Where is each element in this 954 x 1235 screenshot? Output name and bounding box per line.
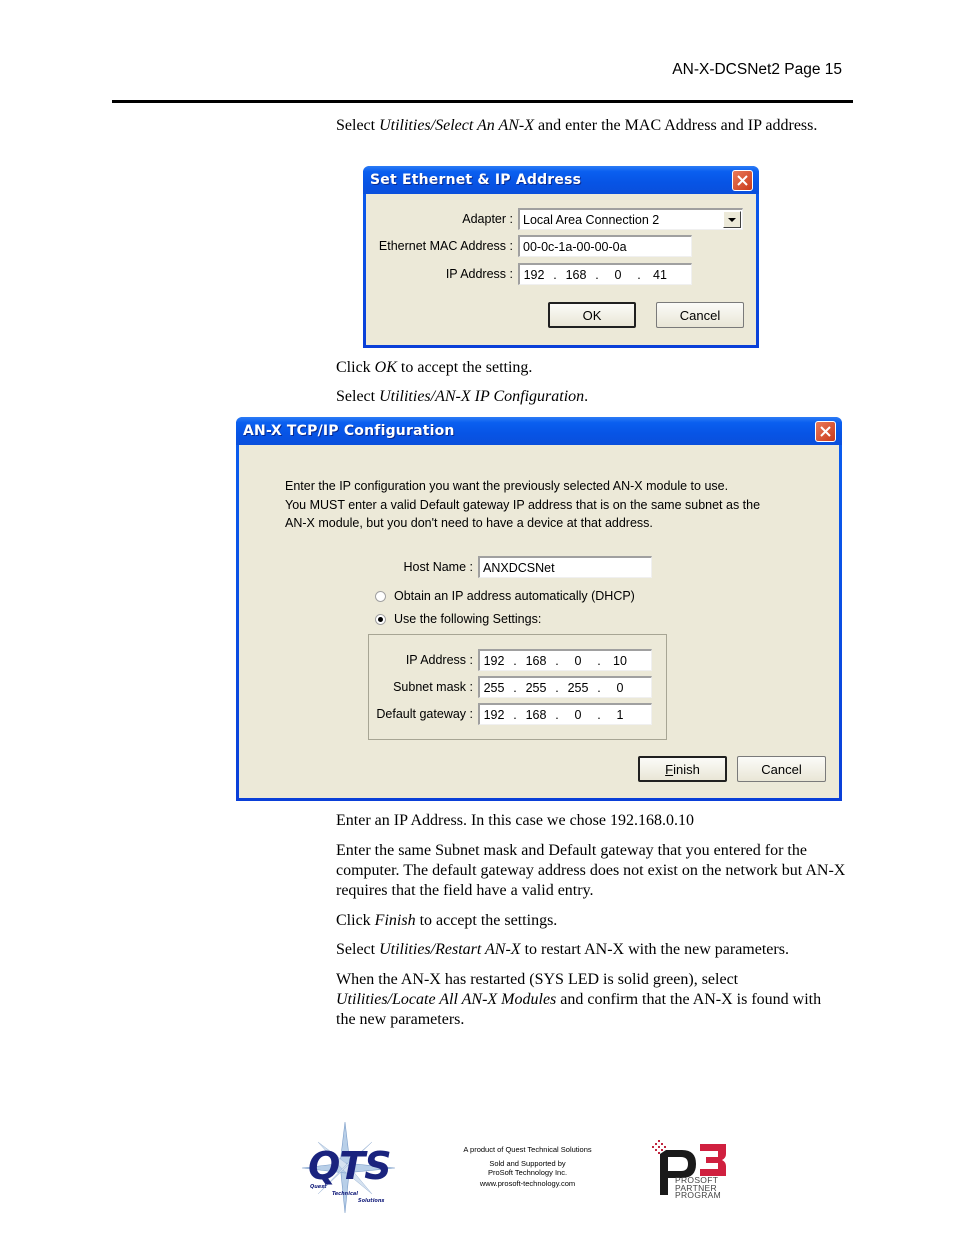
cancel-button[interactable]: Cancel [656, 302, 744, 328]
subnet-mask-label: Subnet mask : [393, 680, 473, 694]
ip-address-label: IP Address : [405, 653, 473, 667]
dialog-title: Set Ethernet & IP Address [370, 172, 582, 188]
finish-button[interactable]: Finish [638, 756, 727, 782]
mac-address-input[interactable]: 00-0c-1a-00-00-0a [518, 235, 692, 257]
header-rule [112, 100, 853, 103]
radio-button-selected[interactable] [375, 613, 386, 625]
instruction-select-anx: Select Utilities/Select An AN-X and ente… [336, 117, 818, 134]
tcp-ip-config-dialog: AN-X TCP/IP Configuration Enter the IP c… [236, 417, 842, 801]
ip-address-label: IP Address : [445, 267, 513, 281]
chevron-down-icon [728, 217, 736, 222]
host-name-label: Host Name : [403, 560, 473, 574]
menu-path: Utilities/Select An AN-X [379, 117, 535, 134]
instruction-click-finish: Click Finish to accept the settings. [336, 912, 558, 929]
radio-dhcp[interactable]: Obtain an IP address automatically (DHCP… [375, 589, 635, 603]
instruction-click-ok: Click OK to accept the setting. [336, 359, 533, 376]
ip-address-input[interactable]: 192. 168. 0. 10 [478, 649, 652, 671]
radio-button[interactable] [375, 590, 386, 602]
qts-logo-text: QTS [308, 1144, 392, 1188]
close-icon [820, 425, 831, 437]
host-name-input[interactable]: ANXDCSNet [478, 556, 652, 578]
instructions-text: Enter the IP configuration you want the … [285, 479, 761, 530]
dialog-title-bar: AN-X TCP/IP Configuration [236, 417, 842, 445]
instruction-locate: When the AN-X has restarted (SYS LED is … [336, 971, 822, 1028]
adapter-select[interactable]: Local Area Connection 2 [518, 208, 743, 230]
ok-button[interactable]: OK [548, 302, 636, 328]
subnet-mask-input[interactable]: 255. 255. 255. 0 [478, 676, 652, 698]
footer-company: ProSoft Technology Inc. [487, 1168, 568, 1177]
menu-path: Utilities/Locate All AN-X Modules [336, 991, 557, 1008]
default-gateway-input[interactable]: 192. 168. 0. 1 [478, 703, 652, 725]
dropdown-button[interactable] [723, 211, 741, 228]
adapter-label: Adapter : [462, 212, 513, 226]
button-ref: OK [374, 359, 397, 376]
instruction-enter-ip: Enter an IP Address. In this case we cho… [336, 812, 694, 829]
default-gateway-label: Default gateway : [376, 707, 473, 721]
close-button[interactable] [732, 169, 753, 191]
dialog-body: Enter the IP configuration you want the … [239, 445, 839, 798]
instruction-subnet-gateway: Enter the same Subnet mask and Default g… [336, 842, 846, 899]
ip-address-input[interactable]: 192. 168. 0. 41 [518, 263, 692, 285]
dialog-body: Adapter : Local Area Connection 2 Ethern… [366, 194, 756, 345]
dialog-title-bar: Set Ethernet & IP Address [363, 166, 759, 194]
close-button[interactable] [815, 420, 836, 442]
close-icon [737, 174, 748, 186]
page-header: AN-X-DCSNet2 Page 15 [672, 61, 842, 78]
footer-product-line: A product of Quest Technical Solutions [463, 1145, 592, 1154]
button-ref: Finish [374, 912, 416, 929]
radio-static[interactable]: Use the following Settings: [375, 612, 541, 626]
dialog-title: AN-X TCP/IP Configuration [243, 423, 455, 439]
cancel-button[interactable]: Cancel [737, 756, 826, 782]
mac-address-label: Ethernet MAC Address : [378, 239, 513, 253]
menu-path: Utilities/Restart AN-X [379, 941, 521, 958]
set-ethernet-ip-dialog: Set Ethernet & IP Address Adapter : Loca… [363, 166, 759, 348]
menu-path: Utilities/AN-X IP Configuration [379, 388, 585, 405]
footer-website[interactable]: www.prosoft-technology.com [440, 1179, 615, 1189]
instruction-ip-config: Select Utilities/AN-X IP Configuration. [336, 388, 589, 405]
p3-logo-words: PROSOFT PARTNER PROGRAM [675, 1175, 722, 1200]
instruction-restart: Select Utilities/Restart AN-X to restart… [336, 941, 789, 958]
qts-logo: QTS Quest Technical Solutions [300, 1120, 400, 1215]
prosoft-partner-logo: PROSOFT PARTNER PROGRAM [650, 1140, 732, 1200]
